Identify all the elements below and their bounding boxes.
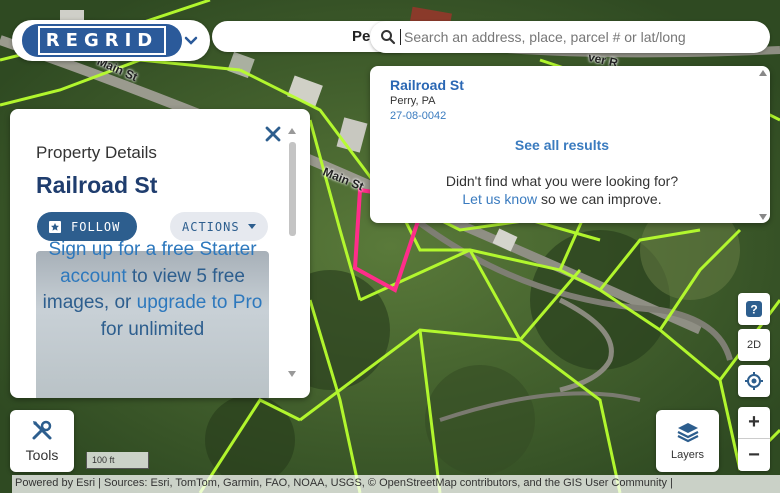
tools-button[interactable]: Tools (10, 410, 74, 472)
panel-scroll-up-arrow[interactable] (288, 128, 296, 134)
star-icon (49, 220, 61, 233)
close-icon[interactable] (264, 125, 282, 143)
zoom-in-button[interactable]: + (738, 407, 770, 439)
search-icon (381, 30, 396, 45)
panel-scrollbar-thumb[interactable] (289, 142, 296, 236)
locate-crosshair-icon (745, 372, 763, 390)
search-bar[interactable] (370, 21, 770, 53)
feedback-line: Let us know so we can improve. (370, 191, 754, 207)
help-glyph: ? (750, 303, 757, 317)
help-button[interactable]: ? (738, 293, 770, 325)
property-title: Railroad St (36, 172, 158, 198)
search-input[interactable] (400, 29, 760, 45)
see-all-results-link[interactable]: See all results (370, 137, 754, 153)
panel-scroll-down-arrow[interactable] (288, 371, 296, 377)
promo-text-part-2: for unlimited (100, 318, 205, 340)
follow-label: FOLLOW (71, 219, 121, 234)
property-details-panel: Property Details Railroad St FOLLOW ACTI… (10, 109, 310, 398)
zoom-out-button[interactable]: − (738, 439, 770, 471)
let-us-know-link[interactable]: Let us know (462, 191, 537, 207)
search-results-dropdown: Railroad St Perry, PA 27-08-0042 See all… (370, 66, 770, 223)
results-scroll-down-arrow[interactable] (759, 214, 767, 220)
view-2d-button[interactable]: 2D (738, 329, 770, 361)
help-icon: ? (746, 301, 762, 317)
regrid-logo[interactable]: REGRID (22, 24, 182, 57)
layers-label: Layers (670, 449, 705, 461)
result-parcel-id: 27-08-0042 (390, 110, 447, 122)
panel-label: Property Details (36, 143, 157, 162)
current-place-text: Pe (352, 28, 371, 45)
view-2d-label: 2D (746, 339, 762, 351)
map-attribution: Powered by Esri | Sources: Esri, TomTom,… (12, 475, 780, 493)
results-scroll-up-arrow[interactable] (759, 70, 767, 76)
chevron-down-icon[interactable] (182, 31, 200, 49)
promo-text: Sign up for a free Starter account to vi… (30, 237, 275, 343)
wrench-screwdriver-icon (32, 420, 52, 440)
result-location: Perry, PA (390, 95, 436, 107)
tools-label: Tools (25, 447, 59, 463)
result-title-link[interactable]: Railroad St (390, 77, 464, 93)
layers-icon (677, 423, 698, 443)
logo-menu-pill[interactable]: REGRID (12, 20, 210, 61)
locate-button[interactable] (738, 365, 770, 397)
actions-label: ACTIONS (182, 219, 240, 234)
caret-down-icon (247, 224, 256, 229)
layers-button[interactable]: Layers (656, 410, 719, 472)
not-found-text: Didn't find what you were looking for? (445, 173, 679, 189)
map-scale-bar: 100 ft (86, 452, 149, 469)
upgrade-link[interactable]: upgrade to Pro (137, 292, 263, 313)
improve-text: so we can improve. (537, 191, 662, 207)
zoom-control: + − (738, 407, 770, 471)
logo-text: REGRID (37, 26, 167, 55)
